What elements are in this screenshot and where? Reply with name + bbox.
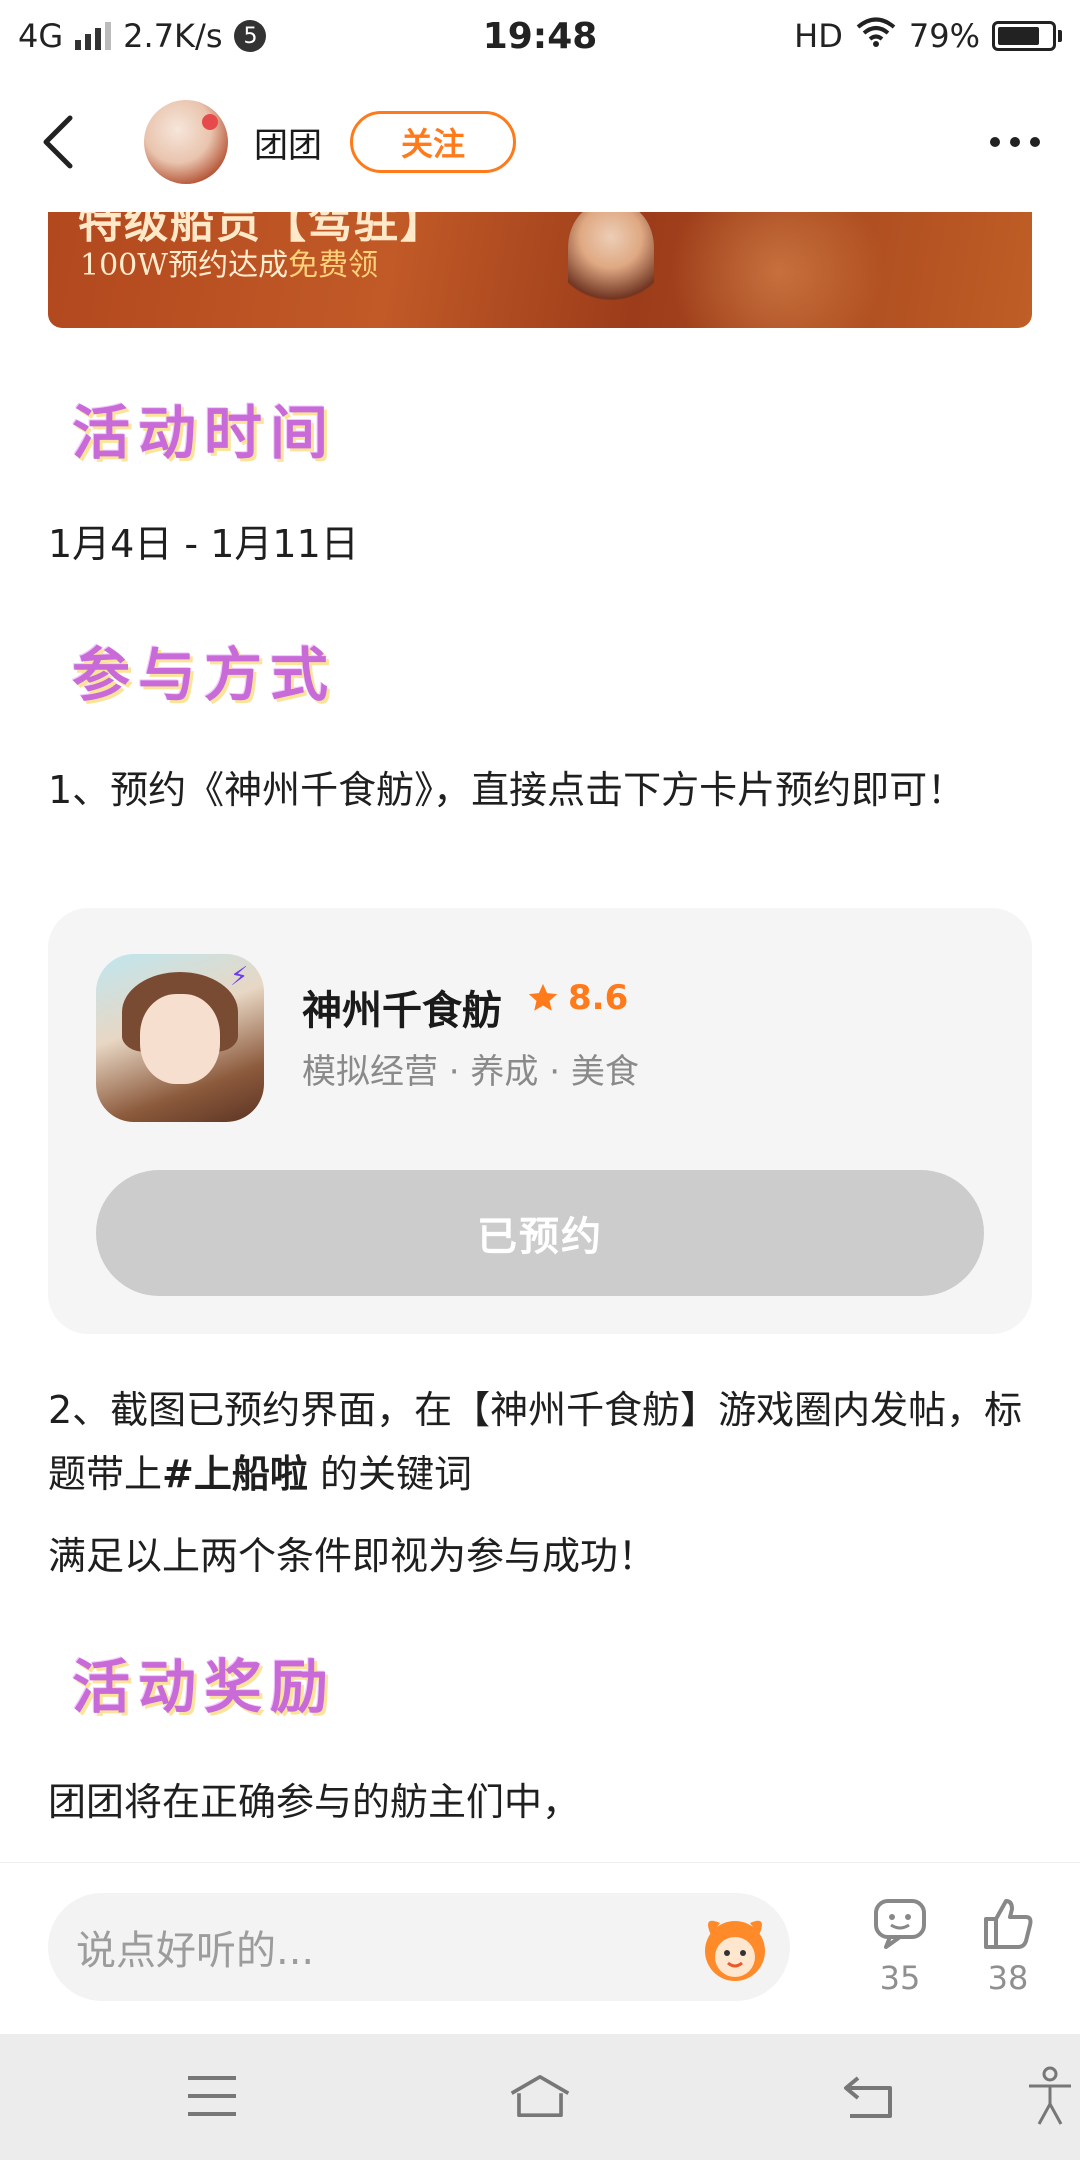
comment-bar: 说点好听的... 35 38	[0, 1862, 1080, 2034]
status-left: 4G 2.7K/s 5	[18, 17, 267, 55]
game-name[interactable]: 神州千食舫	[302, 978, 502, 1036]
status-right: HD 79%	[794, 16, 1062, 56]
like-icon	[984, 1899, 1033, 1949]
step-2-keyword: #上船啦	[162, 1452, 308, 1496]
menu-button[interactable]	[180, 2064, 244, 2128]
comment-count: 35	[879, 1959, 921, 1997]
more-icon[interactable]	[990, 137, 1040, 147]
back-button[interactable]	[40, 112, 100, 172]
follow-button[interactable]: 关注	[350, 111, 516, 173]
section-title-time: 活动时间	[72, 399, 337, 467]
menu-icon	[188, 2076, 236, 2116]
banner-sub-prefix: 100W预约达成	[80, 248, 289, 283]
network-speed: 2.7K/s	[123, 17, 223, 55]
comment-input[interactable]: 说点好听的...	[48, 1893, 790, 2001]
back-icon	[43, 115, 73, 169]
section-title-reward: 活动奖励	[72, 1653, 337, 1721]
return-icon	[844, 2076, 892, 2118]
battery-icon	[992, 21, 1062, 51]
game-card[interactable]: ⚡ 神州千食舫 8.6 模拟经营 · 养成 · 美食 已预约	[48, 908, 1032, 1334]
emoji-icon[interactable]	[694, 1905, 776, 1989]
game-icon[interactable]: ⚡	[96, 954, 264, 1122]
star-icon	[528, 983, 558, 1011]
avatar[interactable]	[144, 100, 228, 184]
event-time-text: 1月4日 - 1月11日	[48, 522, 359, 566]
battery-fill	[998, 27, 1040, 45]
home-icon	[510, 2074, 570, 2118]
author-name[interactable]: 团团	[254, 118, 322, 167]
event-banner[interactable]: 特级船员【驾驻】 100W预约达成免费领	[48, 212, 1032, 328]
step-2-text: 2、截图已预约界面，在【神州千食舫】游戏圈内发帖，标题带上#上船啦 的关键词	[48, 1378, 1032, 1506]
condition-text: 满足以上两个条件即视为参与成功！	[48, 1534, 657, 1578]
battery-percent: 79%	[908, 17, 980, 55]
comment-icon	[874, 1899, 926, 1949]
system-nav-bar	[0, 2034, 1080, 2160]
accessibility-button[interactable]	[1018, 2064, 1080, 2128]
comment-action[interactable]: 35	[860, 1897, 940, 1997]
section-title-join: 参与方式	[72, 641, 337, 709]
status-bar: 4G 2.7K/s 5 19:48 HD 79%	[0, 0, 1080, 72]
return-button[interactable]	[836, 2064, 900, 2128]
game-rating: 8.6	[526, 978, 628, 1018]
like-count: 38	[987, 1959, 1029, 1997]
banner-subtitle: 100W预约达成免费领	[80, 240, 378, 284]
reward-text: 团团将在正确参与的舫主们中，	[48, 1780, 581, 1824]
comment-placeholder: 说点好听的...	[76, 1928, 315, 1974]
signal-icon	[75, 22, 112, 50]
wifi-icon	[855, 16, 897, 56]
network-type: 4G	[18, 17, 64, 55]
post-header: 团团 关注	[0, 72, 1080, 212]
step-2-suffix: 的关键词	[307, 1452, 472, 1496]
reserved-button[interactable]: 已预约	[96, 1170, 984, 1296]
like-action[interactable]: 38	[968, 1897, 1048, 1997]
step-1-text: 1、预约《神州千食舫》，直接点击下方卡片预约即可！	[48, 768, 966, 812]
home-button[interactable]	[508, 2064, 572, 2128]
banner-sub-highlight: 免费领	[288, 248, 379, 283]
game-tags: 模拟经营 · 养成 · 美食	[302, 1052, 639, 1092]
hd-indicator: HD	[794, 17, 843, 55]
post-content[interactable]: 特级船员【驾驻】 100W预约达成免费领 活动时间 1月4日 - 1月11日 参…	[0, 212, 1080, 1862]
notification-count-badge: 5	[234, 20, 267, 52]
accessibility-icon	[1029, 2066, 1071, 2125]
rating-value: 8.6	[568, 978, 629, 1018]
banner-character-image	[568, 212, 654, 314]
